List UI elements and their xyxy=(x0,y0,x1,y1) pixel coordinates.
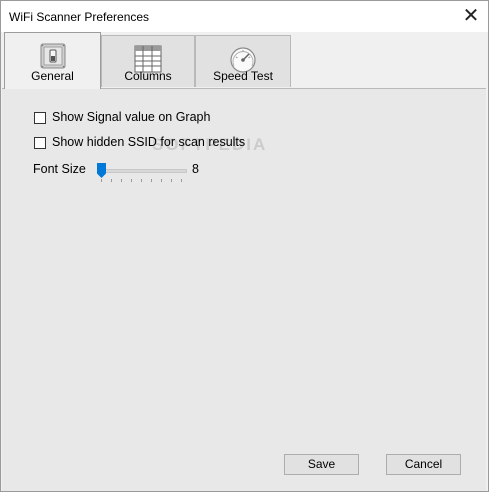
slider-tick xyxy=(131,179,132,182)
toggle-switch-icon xyxy=(40,43,65,69)
show-hidden-ssid-label[interactable]: Show hidden SSID for scan results xyxy=(52,135,245,149)
slider-tick xyxy=(151,179,152,182)
tab-general-label: General xyxy=(31,69,74,83)
tab-speed-test-label: Speed Test xyxy=(213,69,273,83)
font-size-slider[interactable] xyxy=(97,163,187,182)
title-bar: WiFi Scanner Preferences ✕ xyxy=(1,1,488,32)
slider-tick xyxy=(171,179,172,182)
cancel-button[interactable]: Cancel xyxy=(386,454,461,475)
slider-tick xyxy=(101,179,102,182)
tab-columns-label: Columns xyxy=(124,69,172,83)
slider-tick xyxy=(121,179,122,182)
tab-strip: General Columns Speed Test xyxy=(1,32,488,89)
show-signal-value-label[interactable]: Show Signal value on Graph xyxy=(52,110,210,124)
slider-thumb[interactable] xyxy=(97,163,106,178)
close-icon[interactable]: ✕ xyxy=(460,5,482,27)
tab-speed-test[interactable]: Speed Test xyxy=(195,35,291,87)
tab-columns[interactable]: Columns xyxy=(101,35,195,87)
slider-tick xyxy=(181,179,182,182)
slider-tick xyxy=(141,179,142,182)
window-title: WiFi Scanner Preferences xyxy=(9,10,150,24)
font-size-value: 8 xyxy=(192,162,199,176)
slider-tick xyxy=(161,179,162,182)
save-button[interactable]: Save xyxy=(284,454,359,475)
show-signal-value-checkbox[interactable] xyxy=(34,112,46,124)
show-hidden-ssid-checkbox[interactable] xyxy=(34,137,46,149)
slider-track xyxy=(99,169,187,173)
preferences-window: WiFi Scanner Preferences ✕ General Colum… xyxy=(0,0,489,492)
tab-general[interactable]: General xyxy=(4,32,101,89)
general-panel: SOFTPEDIA Show Signal value on Graph Sho… xyxy=(2,88,486,491)
slider-tick xyxy=(111,179,112,182)
font-size-label: Font Size xyxy=(33,162,86,176)
